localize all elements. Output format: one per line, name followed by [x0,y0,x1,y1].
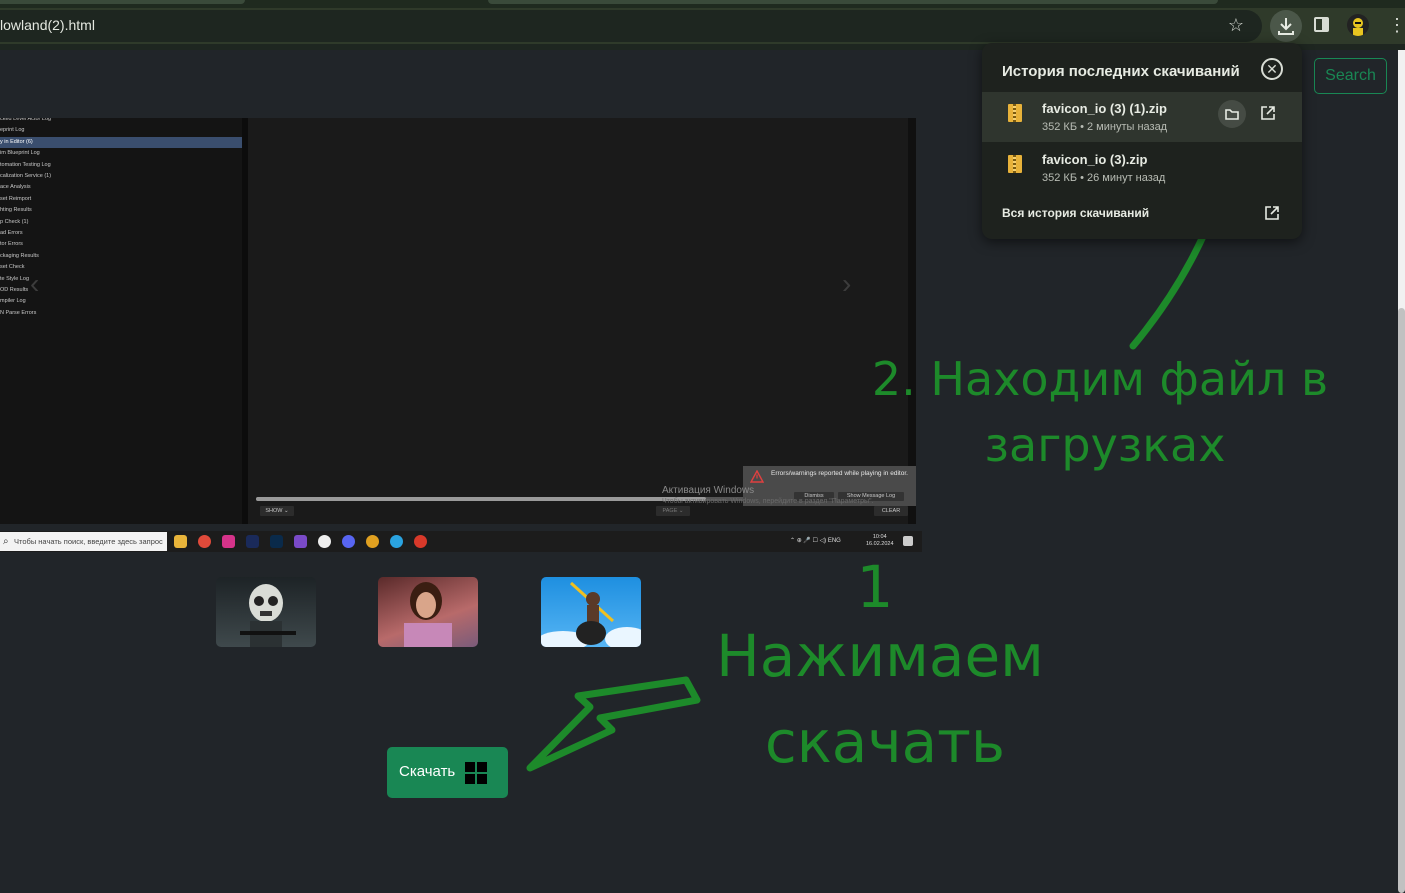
carousel-indicators[interactable] [397,521,505,524]
taskbar-search: Чтобы начать поиск, введите здесь запрос [0,532,167,551]
annotation-step1-number: 1 [856,553,894,621]
tab-strip [0,0,1405,8]
show-in-folder-button[interactable] [1218,100,1246,128]
carousel-next-icon[interactable]: › [842,268,851,300]
tab[interactable] [488,0,1218,4]
clock-date: 16.02.2024 [866,541,894,547]
download-icon [1278,18,1294,35]
gallery-thumbnail[interactable] [541,577,641,647]
avatar[interactable] [1347,14,1369,36]
open-external-icon[interactable] [1265,206,1279,220]
log-list-item: eprint Log [0,127,25,134]
app-icon [222,535,235,548]
address-bar[interactable] [0,10,1262,42]
notification-icon [903,536,913,546]
annotation-step1-text: скачать [764,708,1006,776]
downloads-button[interactable] [1270,10,1302,42]
log-list-item: set Reimport [0,195,32,202]
screenshot-carousel-image: cked Level Actor Log eprint Log y in Edito… [0,118,916,524]
message-log-list: cked Level Actor Log eprint Log y in Edito… [0,118,242,524]
download-file-name[interactable]: favicon_io (3) (1).zip [1042,101,1167,116]
scrollbar [908,118,916,524]
arrow-to-download-button [526,676,701,772]
carousel-prev-icon[interactable]: ‹ [30,268,39,300]
scrollbar-thumb[interactable] [1398,308,1405,893]
clock-time: 10:04 [872,534,887,540]
log-list-item: tomation Testing Log [0,161,51,168]
portrait-image [404,582,452,647]
pot-man-image [541,581,641,647]
download-item[interactable]: favicon_io (3).zip 352 КБ • 26 минут наз… [982,143,1302,193]
gallery-thumbnail[interactable] [216,577,316,647]
log-list-item: cked Level Actor Log [0,118,52,122]
open-external-icon[interactable] [1261,106,1275,120]
explorer-icon [174,535,187,548]
download-file-meta: 352 КБ • 26 минут назад [1042,172,1166,184]
annotation-step2-text: загрузках [984,418,1226,472]
discord-icon [342,535,355,548]
log-list-item: tor Errors [0,241,23,248]
zip-file-icon [1008,104,1022,122]
log-list-item: hting Results [0,207,32,214]
gallery-thumbnail[interactable] [378,577,478,647]
visual-studio-icon [294,535,307,548]
skull-soldier-image [240,584,296,647]
premiere-icon [246,535,259,548]
all-downloads-link[interactable]: Вся история скачиваний [1002,206,1149,220]
photoshop-icon [270,535,283,548]
clear-button: CLEAR [874,506,908,516]
close-icon[interactable]: ✕ [1261,58,1283,80]
log-list-item: ace Analysis [0,184,31,191]
folder-icon [1225,109,1239,120]
download-file-meta: 352 КБ • 2 минуты назад [1042,121,1168,133]
windows-icon [465,762,487,784]
windows-activation-title: Активация Windows [662,485,755,496]
downloads-popup: История последних скачиваний ✕ favicon_i… [982,43,1302,239]
log-list-item: p Check (1) [0,218,29,225]
unreal-engine-icon [318,535,331,548]
tab[interactable] [0,0,245,4]
log-list-item: y in Editor (6) [0,136,242,148]
log-list-item: N Parse Errors [0,309,37,316]
log-list-item: ad Errors [0,230,23,236]
windows-taskbar: Чтобы начать поиск, введите здесь запрос… [0,531,922,552]
annotation-step2-text: 2. Находим файл в [871,352,1329,406]
telegram-icon [390,535,403,548]
search-button[interactable]: Search [1314,58,1387,94]
popup-title: История последних скачиваний [1002,63,1240,80]
log-list-item: calization Service (1) [0,173,52,179]
app-icon [414,535,427,548]
page-button: PAGE ⌄ [656,506,690,516]
download-item[interactable]: favicon_io (3) (1).zip 352 КБ • 2 минуты… [982,92,1302,142]
profile-avatar-icon [1347,14,1369,36]
download-file-name[interactable]: favicon_io (3).zip [1042,152,1147,167]
star-icon[interactable]: ☆ [1226,15,1246,35]
log-list-item: im Blueprint Log [0,150,40,157]
download-button-label: Скачать [399,763,456,780]
url-text[interactable]: lowland(2).html [0,17,95,33]
side-panel-icon[interactable] [1314,17,1329,32]
log-list-item: ckaging Results [0,252,39,259]
system-tray: ⌃ ⊕ 🎤 ☐ ◁) ENG [790,538,841,544]
warning-text: Errors/warnings reported while playing i… [771,470,908,477]
log-viewport [248,118,908,524]
download-button[interactable]: Скачать [387,747,508,798]
windows-activation-subtitle: Чтобы активировать Windows, перейдите в … [662,498,874,505]
page-scrollbar[interactable] [1398,50,1405,893]
warning-icon [750,470,764,483]
zip-file-icon [1008,155,1022,173]
kebab-menu-icon[interactable]: ⋮ [1388,14,1405,36]
chrome-icon [198,535,211,548]
taskbar-clock: 10:04 16.02.2024 [866,534,894,548]
chrome-icon [366,535,379,548]
annotation-step1-text: Нажимаем [716,622,1044,690]
show-button: SHOW ⌄ [260,506,294,516]
